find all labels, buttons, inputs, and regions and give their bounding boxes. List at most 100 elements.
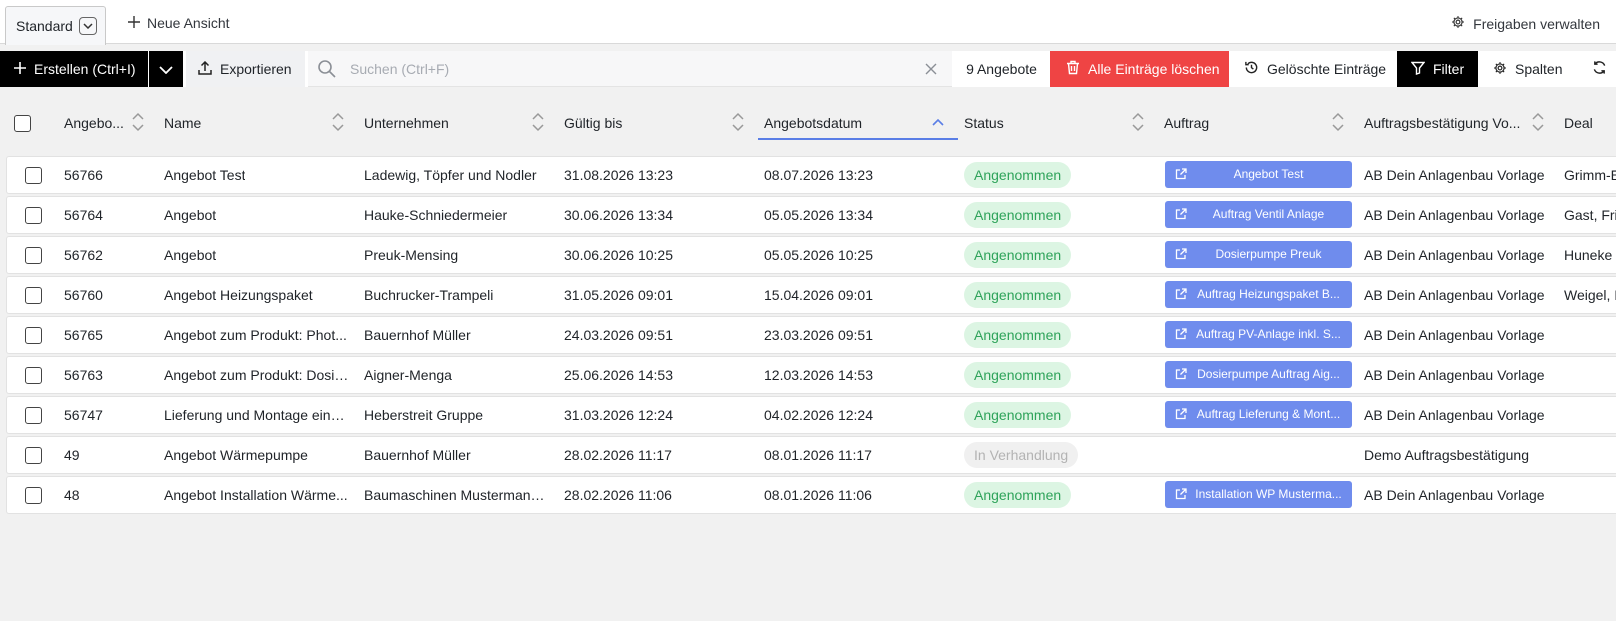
row-checkbox[interactable] bbox=[25, 326, 42, 344]
cell-deal bbox=[1564, 357, 1616, 393]
filter-label: Filter bbox=[1433, 61, 1465, 77]
column-header-company[interactable]: Unternehmen bbox=[364, 100, 554, 146]
select-all-checkbox[interactable] bbox=[14, 114, 31, 132]
column-header-order[interactable]: Auftrag bbox=[1164, 100, 1354, 146]
row-select-cell bbox=[25, 477, 45, 513]
row-checkbox[interactable] bbox=[25, 246, 42, 264]
column-header-status[interactable]: Status bbox=[964, 100, 1154, 146]
table-row[interactable]: 56765 Angebot zum Produkt: Phot... Bauernh… bbox=[7, 317, 1616, 353]
table-row[interactable]: 56760 Angebot Heizungspaket Buchrucker-Tra… bbox=[7, 277, 1616, 313]
order-link-button[interactable]: Auftrag PV-Anlage inkl. S... bbox=[1165, 321, 1352, 348]
order-link-button[interactable]: Auftrag Heizungspaket B... bbox=[1165, 281, 1352, 308]
sort-icon[interactable] bbox=[132, 112, 144, 135]
manage-shares-button[interactable]: Freigaben verwalten bbox=[1451, 15, 1600, 32]
cell-company: Bauernhof Müller bbox=[364, 447, 471, 463]
sort-icon[interactable] bbox=[1532, 112, 1544, 135]
cell-company: Hauke-Schniedermeier bbox=[364, 207, 508, 223]
manage-shares-label: Freigaben verwalten bbox=[1473, 15, 1600, 32]
sort-icon[interactable] bbox=[1332, 112, 1344, 135]
row-checkbox[interactable] bbox=[25, 446, 42, 464]
table-row[interactable]: 56747 Lieferung und Montage eine... Hebers… bbox=[7, 397, 1616, 433]
status-badge: Angenommen bbox=[964, 322, 1072, 348]
cell-offer-id: 56766 bbox=[64, 167, 103, 183]
cell-valid-until: 31.03.2026 12:24 bbox=[564, 407, 673, 423]
cell-confirmation: AB Dein Anlagenbau Vorlage bbox=[1364, 407, 1545, 423]
table-row[interactable]: 56763 Angebot zum Produkt: Dosie... Aigner… bbox=[7, 357, 1616, 393]
cell-offer-id: 56763 bbox=[64, 367, 103, 383]
cell-deal: Weigel, F bbox=[1564, 287, 1616, 303]
cell-confirmation: AB Dein Anlagenbau Vorlage bbox=[1364, 487, 1545, 503]
cell-valid-until: 31.05.2026 09:01 bbox=[564, 287, 673, 303]
new-view-button[interactable]: Neue Ansicht bbox=[128, 15, 230, 31]
cell-valid-until: 28.02.2026 11:06 bbox=[564, 487, 672, 503]
cell-order: Auftrag Heizungspaket B... bbox=[1165, 277, 1355, 313]
cell-deal: Huneke bbox=[1564, 247, 1613, 263]
cell-offer-id: 56764 bbox=[64, 207, 103, 223]
cell-order: Dosierpumpe Preuk bbox=[1165, 237, 1355, 273]
order-link-button[interactable]: Installation WP Musterma... bbox=[1165, 481, 1352, 508]
column-header-name[interactable]: Name bbox=[164, 100, 354, 146]
column-header-label: Auftrag bbox=[1164, 115, 1210, 131]
column-header-id[interactable]: Angebo... bbox=[64, 100, 156, 146]
refresh-button[interactable] bbox=[1582, 51, 1616, 87]
sort-icon[interactable] bbox=[332, 112, 344, 135]
table-row[interactable]: 56762 Angebot Preuk-Mensing 30.06.2026 10:2… bbox=[7, 237, 1616, 273]
delete-all-button[interactable]: Alle Einträge löschen bbox=[1050, 51, 1229, 87]
row-checkbox[interactable] bbox=[25, 406, 42, 424]
table-row[interactable]: 56766 Angebot Test Ladewig, Töpfer und Nod… bbox=[7, 157, 1616, 193]
sort-icon[interactable] bbox=[532, 112, 544, 135]
cell-status: Angenommen bbox=[964, 357, 1154, 393]
gear-icon bbox=[1451, 15, 1465, 32]
order-link-button[interactable]: Angebot Test bbox=[1165, 161, 1352, 188]
row-select-cell bbox=[25, 157, 45, 193]
cell-deal: Gast, Fri bbox=[1564, 207, 1616, 223]
sort-icon[interactable] bbox=[1132, 112, 1144, 135]
order-link-button[interactable]: Dosierpumpe Preuk bbox=[1165, 241, 1352, 268]
status-badge: Angenommen bbox=[964, 202, 1072, 228]
column-header-deal[interactable]: Deal bbox=[1564, 100, 1616, 146]
tab-standard[interactable]: Standard bbox=[5, 6, 106, 45]
gear-icon bbox=[1493, 61, 1507, 78]
row-checkbox[interactable] bbox=[25, 206, 42, 224]
filter-button[interactable]: Filter bbox=[1397, 51, 1478, 87]
sort-ascending-icon[interactable] bbox=[932, 112, 944, 135]
chevron-down-icon[interactable] bbox=[78, 17, 97, 35]
columns-button[interactable]: Spalten bbox=[1481, 51, 1580, 87]
search-input[interactable] bbox=[350, 51, 890, 86]
delete-all-label: Alle Einträge löschen bbox=[1088, 61, 1220, 77]
cell-confirmation: AB Dein Anlagenbau Vorlage bbox=[1364, 207, 1545, 223]
row-checkbox[interactable] bbox=[25, 366, 42, 384]
export-label: Exportieren bbox=[220, 61, 292, 77]
order-link-button[interactable]: Auftrag Lieferung & Mont... bbox=[1165, 401, 1352, 428]
cell-deal: Grimm-E bbox=[1564, 167, 1616, 183]
cell-offer-date: 04.02.2026 12:24 bbox=[764, 407, 873, 423]
row-checkbox[interactable] bbox=[25, 166, 42, 184]
create-menu-button[interactable] bbox=[149, 51, 183, 87]
cell-company: Bauernhof Müller bbox=[364, 327, 471, 343]
create-button[interactable]: Erstellen (Ctrl+I) bbox=[0, 51, 148, 87]
column-header-valid-until[interactable]: Gültig bis bbox=[564, 100, 754, 146]
export-button[interactable]: Exportieren bbox=[186, 51, 305, 87]
tab-standard-label: Standard bbox=[16, 18, 73, 34]
table-row[interactable]: 56764 Angebot Hauke-Schniedermeier 30.06.20… bbox=[7, 197, 1616, 233]
deleted-entries-button[interactable]: Gelöschte Einträge bbox=[1232, 51, 1394, 87]
table-row[interactable]: 49 Angebot Wärmepumpe Bauernhof Müller 28.0… bbox=[7, 437, 1616, 473]
external-link-icon bbox=[1175, 408, 1187, 423]
order-link-button[interactable]: Dosierpumpe Auftrag Aig... bbox=[1165, 361, 1352, 388]
cell-offer-date: 23.03.2026 09:51 bbox=[764, 327, 873, 343]
close-icon[interactable] bbox=[925, 62, 937, 78]
column-header-confirmation[interactable]: Auftragsbestätigung Vo... bbox=[1364, 100, 1554, 146]
table-row[interactable]: 48 Angebot Installation Wärme... Baumaschi… bbox=[7, 477, 1616, 513]
external-link-icon bbox=[1175, 168, 1187, 183]
order-link-button[interactable]: Auftrag Ventil Anlage bbox=[1165, 201, 1352, 228]
row-select-cell bbox=[25, 197, 45, 233]
cell-offer-id: 56762 bbox=[64, 247, 103, 263]
order-link-label: Angebot Test bbox=[1233, 167, 1304, 181]
cell-name: Angebot Heizungspaket bbox=[164, 287, 313, 303]
row-checkbox[interactable] bbox=[25, 286, 42, 304]
sort-icon[interactable] bbox=[732, 112, 744, 135]
order-link-label: Dosierpumpe Auftrag Aig... bbox=[1197, 367, 1340, 381]
create-label: Erstellen (Ctrl+I) bbox=[34, 61, 136, 77]
external-link-icon bbox=[1175, 488, 1187, 503]
row-checkbox[interactable] bbox=[25, 486, 42, 504]
